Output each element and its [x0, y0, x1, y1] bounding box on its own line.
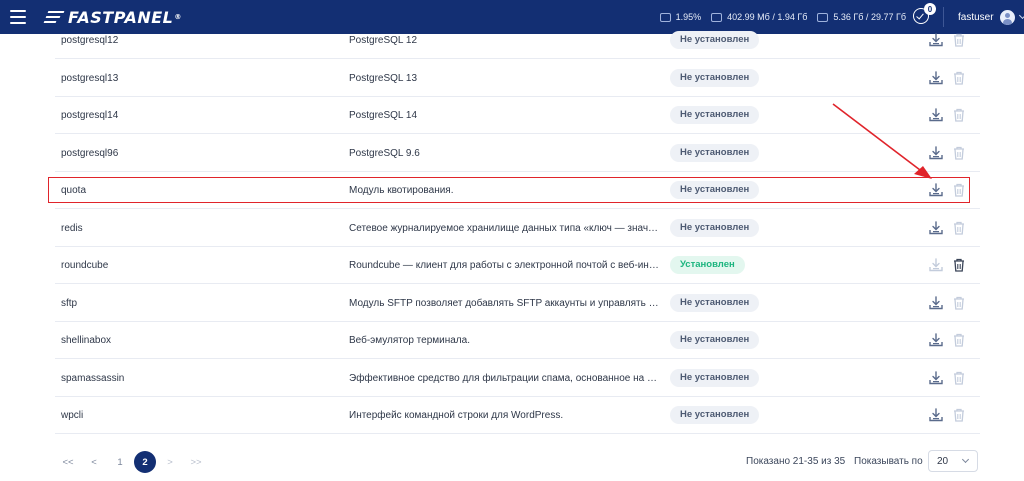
- table-row: quota Модуль квотирования. Не установлен: [55, 172, 980, 209]
- download-icon[interactable]: [928, 220, 944, 236]
- module-description: Веб-эмулятор терминала.: [349, 335, 470, 346]
- status-badge: Не установлен: [670, 368, 760, 387]
- module-name: postgresql14: [61, 110, 119, 121]
- status-badge: Не установлен: [670, 218, 760, 237]
- download-icon[interactable]: [928, 332, 944, 348]
- trash-icon[interactable]: [951, 370, 967, 386]
- status-badge: Не установлен: [670, 31, 760, 49]
- next-page-button[interactable]: >: [158, 451, 182, 473]
- module-name: redis: [61, 222, 83, 234]
- per-page-select[interactable]: 20: [928, 450, 978, 472]
- status-badge: Не установлен: [670, 181, 760, 199]
- module-name: spamassassin: [61, 372, 125, 384]
- trash-icon[interactable]: [951, 107, 967, 123]
- trash-icon[interactable]: [951, 295, 967, 311]
- brand-registered-mark: ®: [174, 13, 182, 21]
- module-description: PostgreSQL 14: [349, 110, 418, 121]
- per-page-value: 20: [937, 455, 949, 467]
- avatar-icon: [999, 9, 1015, 25]
- status-badge: Не установлен: [670, 293, 760, 312]
- trash-icon[interactable]: [951, 332, 967, 348]
- trash-icon[interactable]: [951, 32, 967, 48]
- module-description: Эффективное средство для фильтрации спам…: [349, 372, 659, 384]
- table-row: wpcli Интерфейс командной строки для Word…: [55, 397, 980, 434]
- first-page-button[interactable]: <<: [56, 451, 80, 473]
- status-badge: Не установлен: [670, 331, 760, 349]
- username: fastuser: [958, 11, 994, 23]
- memory-value: 402.99 Мб / 1.94 Гб: [727, 12, 808, 22]
- page-1-button[interactable]: 1: [108, 451, 132, 473]
- cpu-icon: [659, 12, 671, 22]
- chevron-down-icon: [1018, 11, 1024, 20]
- prev-page-button[interactable]: <: [82, 451, 106, 473]
- trash-icon[interactable]: [951, 220, 967, 236]
- notifications-badge: 0: [924, 3, 936, 15]
- table-row: redis Сетевое журналируемое хранилище дан…: [55, 210, 980, 247]
- disk-usage: 5.36 Гб / 29.77 Гб: [817, 12, 906, 22]
- module-name: wpcli: [61, 410, 84, 421]
- module-description: Модуль SFTP позволяет добавлять SFTP акк…: [349, 297, 659, 309]
- download-icon[interactable]: [928, 370, 944, 386]
- download-icon[interactable]: [928, 257, 944, 273]
- module-name: roundcube: [61, 260, 109, 271]
- trash-icon[interactable]: [951, 70, 967, 86]
- per-page-label: Показывать по: [854, 456, 923, 467]
- module-name: postgresql12: [61, 35, 119, 46]
- trash-icon[interactable]: [951, 145, 967, 161]
- module-description: Сетевое журналируемое хранилище данных т…: [349, 222, 659, 234]
- table-row: postgresql12 PostgreSQL 12 Не установлен: [55, 22, 980, 59]
- last-page-button[interactable]: >>: [184, 451, 208, 473]
- table-row: postgresql96 PostgreSQL 9.6 Не установлен: [55, 135, 980, 172]
- cpu-value: 1.95%: [675, 12, 702, 22]
- table-row: roundcube Roundcube — клиент для работы с…: [55, 247, 980, 284]
- status-badge: Не установлен: [670, 406, 760, 424]
- module-description: Roundcube — клиент для работы с электрон…: [349, 260, 659, 271]
- trash-icon[interactable]: [951, 407, 967, 423]
- status-badge: Не установлен: [670, 143, 760, 162]
- status-badge: Установлен: [670, 256, 745, 274]
- module-name: postgresql13: [61, 72, 119, 84]
- download-icon[interactable]: [928, 407, 944, 423]
- chevron-down-icon: [961, 455, 970, 464]
- table-row: shellinabox Веб-эмулятор терминала. Не уст…: [55, 322, 980, 359]
- module-name: postgresql96: [61, 147, 119, 159]
- shown-range: Показано 21-35 из 35: [746, 456, 846, 467]
- status-badge: Не установлен: [670, 68, 760, 87]
- module-name: shellinabox: [61, 335, 112, 346]
- memory-usage: 402.99 Мб / 1.94 Гб: [711, 12, 807, 22]
- module-name: quota: [61, 185, 87, 196]
- table-row: spamassassin Эффективное средство для фил…: [55, 360, 980, 397]
- pagination: << < 1 2 > >>: [56, 451, 210, 473]
- module-description: PostgreSQL 12: [349, 35, 418, 46]
- module-description: Модуль квотирования.: [349, 185, 454, 196]
- status-badge: Не установлен: [670, 106, 760, 124]
- download-icon[interactable]: [928, 145, 944, 161]
- module-description: Интерфейс командной строки для WordPress…: [349, 410, 564, 421]
- trash-icon[interactable]: [951, 182, 967, 198]
- module-name: sftp: [61, 297, 78, 309]
- download-icon[interactable]: [928, 295, 944, 311]
- trash-icon[interactable]: [951, 257, 967, 273]
- module-description: PostgreSQL 9.6: [349, 147, 420, 159]
- download-icon[interactable]: [928, 70, 944, 86]
- page-2-button[interactable]: 2: [134, 451, 156, 473]
- download-icon[interactable]: [928, 182, 944, 198]
- disk-value: 5.36 Гб / 29.77 Гб: [833, 12, 906, 22]
- download-icon[interactable]: [928, 107, 944, 123]
- cpu-usage: 1.95%: [659, 12, 702, 22]
- download-icon[interactable]: [928, 32, 944, 48]
- table-row: postgresql14 PostgreSQL 14 Не установлен: [55, 97, 980, 134]
- table-row: sftp Модуль SFTP позволяет добавлять SFTP…: [55, 285, 980, 322]
- module-description: PostgreSQL 13: [349, 72, 418, 84]
- menu-icon[interactable]: [0, 0, 36, 34]
- table-row: postgresql13 PostgreSQL 13 Не установлен: [55, 60, 980, 97]
- disk-icon: [817, 12, 829, 22]
- memory-icon: [711, 12, 723, 22]
